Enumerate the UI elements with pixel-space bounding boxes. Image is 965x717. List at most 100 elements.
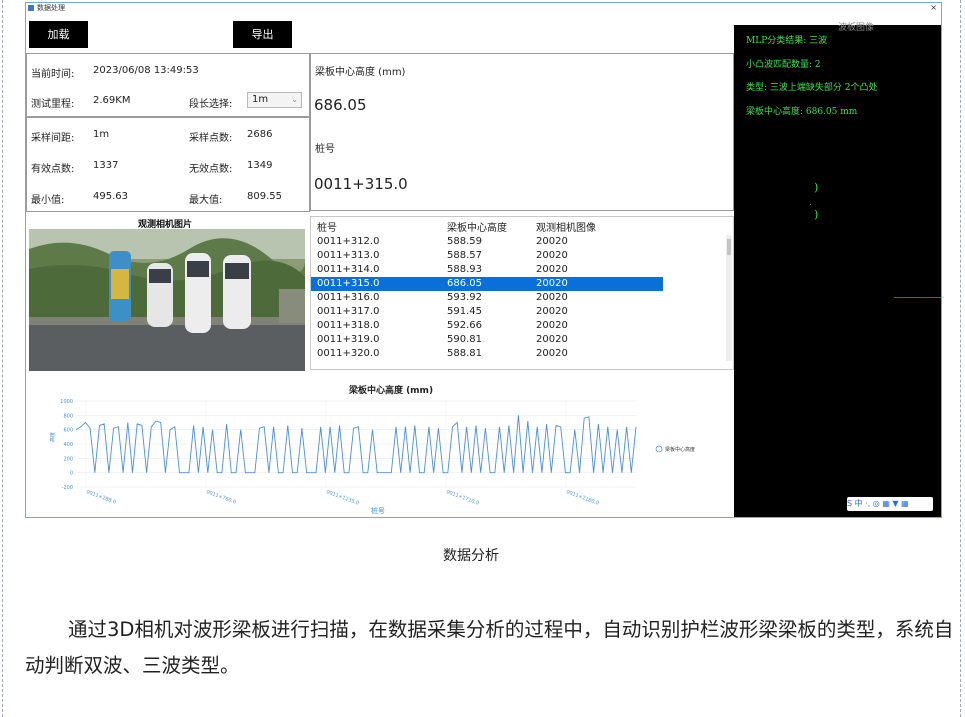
figure-caption: 数据分析 [443,548,499,564]
cell-height: 588.81 [447,348,482,359]
interval-value: 1m [93,129,110,140]
cell-pile: 0011+315.0 [317,278,380,289]
app-window: 数据处理 × 加载 导出 当前时间: 2023/06/08 13:49:53 测… [25,2,942,518]
scrollbar-thumb[interactable] [727,239,731,255]
cell-height: 590.81 [447,334,482,345]
wave-mark-1: ) [814,181,819,194]
samples-value: 2686 [247,129,273,140]
interval-label: 采样间距: [31,133,75,144]
pile-value: 0011+315.0 [314,175,408,193]
y-tick-label: 600 [63,428,73,434]
table-row[interactable]: 0011+315.0 686.05 20020 [311,277,663,291]
time-label: 当前时间: [31,69,75,80]
center-height-text: 梁板中心高度: 686.05 mm [746,107,858,117]
cell-pile: 0011+316.0 [317,292,380,303]
y-tick-label: 1000 [60,399,73,405]
page-right-border [960,0,961,717]
body-paragraph-text: 通过3D相机对波形梁板进行扫描，在数据采集分析的过程中，自动识别护栏波形梁梁板的… [25,618,954,677]
export-button[interactable]: 导出 [233,21,292,48]
y-tick-label: -200 [62,485,73,491]
cell-pile: 0011+313.0 [317,250,380,261]
y-tick-label: 0 [70,471,73,477]
info-panel-stats: 采样间距: 1m 采样点数: 2686 有效点数: 1337 无效点数: 134… [26,117,310,212]
height-value: 686.05 [314,96,367,114]
body-paragraph: 通过3D相机对波形梁板进行扫描，在数据采集分析的过程中，自动识别护栏波形梁梁板的… [25,612,955,684]
wave-image-panel: 波板图像 MLP分类结果: 三波 小凸波匹配数量: 2 类型: 三波上端缺失部分… [734,23,941,517]
wave-red-line [894,297,941,298]
table-row[interactable]: 0011+317.0 591.45 20020 [311,305,663,319]
table-row[interactable]: 0011+312.0 588.59 20020 [311,235,663,249]
max-value: 809.55 [247,191,282,202]
page-left-border [2,0,3,717]
table-row[interactable]: 0011+318.0 592.66 20020 [311,319,663,333]
cell-image: 20020 [536,348,568,359]
cell-height: 686.05 [447,278,482,289]
info-panel-time: 当前时间: 2023/06/08 13:49:53 测试里程: 2.69KM 段… [26,53,310,117]
valid-value: 1337 [93,160,119,171]
cell-image: 20020 [536,306,568,317]
y-tick-label: 200 [63,456,73,462]
ime-tray-text: S 中 ·, ◎ ▦ ▼ ▦ [847,499,909,508]
close-icon[interactable]: × [930,3,937,13]
wave-mark-2: . [809,198,812,208]
max-label: 最大值: [189,195,223,206]
camera-image [29,229,305,371]
load-button[interactable]: 加载 [29,21,88,48]
table-row[interactable]: 0011+314.0 588.93 20020 [311,263,663,277]
table-header-height[interactable]: 梁板中心高度 [447,219,507,234]
x-tick-label: 0011+288.0 [85,489,116,505]
x-tick-label: 0011+2180.0 [565,489,599,506]
cell-pile: 0011+312.0 [317,236,380,247]
table-scrollbar[interactable] [726,235,732,361]
cell-image: 20020 [536,278,568,289]
table-header-image[interactable]: 观测相机图像 [536,219,596,234]
pile-label: 桩号 [315,144,335,155]
window-title: 数据处理 [37,4,65,12]
cell-image: 20020 [536,264,568,275]
x-tick-label: 0011+760.0 [205,489,236,505]
wave-mark-3: ) [814,208,819,221]
cell-height: 592.66 [447,320,482,331]
segment-select[interactable]: 1m ⌄ [247,92,302,108]
valid-label: 有效点数: [31,164,75,175]
cell-height: 588.57 [447,250,482,261]
table-row[interactable]: 0011+313.0 588.57 20020 [311,249,663,263]
table-row[interactable]: 0011+316.0 593.92 20020 [311,291,663,305]
table-header-pile[interactable]: 桩号 [317,219,337,234]
table-row[interactable]: 0011+319.0 590.81 20020 [311,333,663,347]
height-chart: 梁板中心高度 (mm) 1000 800 600 400 200 0 -200 高度 0011+2… [26,375,734,517]
detail-panel: 梁板中心高度 (mm) 686.05 桩号 0011+315.0 [310,53,734,211]
min-label: 最小值: [31,195,65,206]
data-table: 桩号 梁板中心高度 观测相机图像 0011+312.0 588.59 20020 00… [310,216,734,370]
invalid-label: 无效点数: [189,164,233,175]
x-tick-label: 0011+1710.0 [445,489,479,506]
cell-pile: 0011+314.0 [317,264,380,275]
x-axis-label: 桩号 [371,506,385,515]
camera-scene [29,229,305,371]
invalid-value: 1349 [247,160,273,171]
chevron-down-icon: ⌄ [291,95,298,104]
app-icon [28,5,34,11]
cell-pile: 0011+320.0 [317,348,380,359]
cell-pile: 0011+319.0 [317,334,380,345]
cell-image: 20020 [536,292,568,303]
cell-height: 593.92 [447,292,482,303]
cell-height: 588.93 [447,264,482,275]
cell-pile: 0011+318.0 [317,320,380,331]
segment-select-value: 1m [252,94,269,105]
cell-image: 20020 [536,236,568,247]
cell-pile: 0011+317.0 [317,306,380,317]
height-chart-svg: 梁板中心高度 (mm) 1000 800 600 400 200 0 -200 高度 0011+2… [49,384,695,515]
cell-image: 20020 [536,334,568,345]
mileage-label: 测试里程: [31,99,75,110]
ime-toolbar[interactable]: S 中 ·, ◎ ▦ ▼ ▦ [847,497,933,511]
y-tick-label: 400 [63,442,73,448]
legend-marker [655,445,663,453]
height-label: 梁板中心高度 (mm) [315,67,406,78]
y-tick-label: 800 [63,413,73,419]
title-bar: 数据处理 × [26,3,941,13]
mileage-value: 2.69KM [93,95,131,106]
x-tick-label: 0011+1235.0 [325,489,359,506]
legend-label: 梁板中心高度 [665,446,695,453]
table-row[interactable]: 0011+320.0 588.81 20020 [311,347,663,361]
